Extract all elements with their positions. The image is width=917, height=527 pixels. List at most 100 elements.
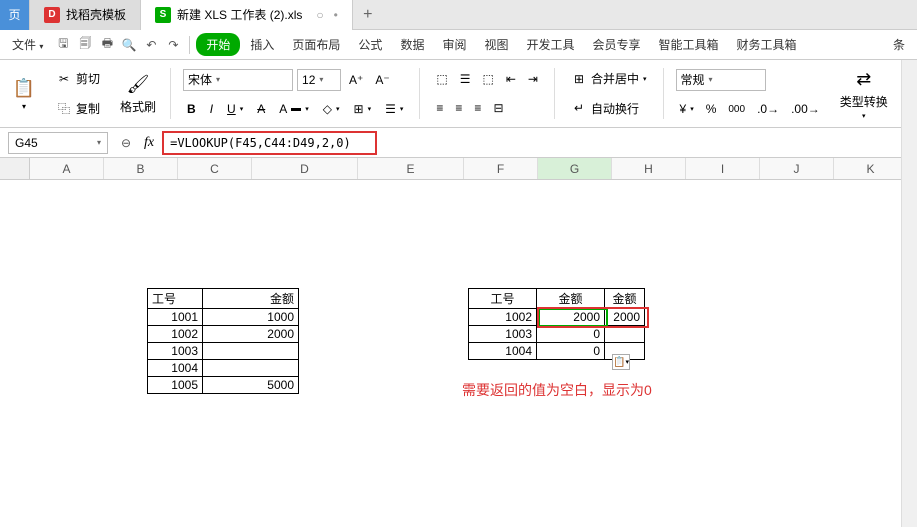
dec-decimal-button[interactable]: .00→ [787, 100, 824, 118]
align-left-button[interactable]: ≡ [432, 99, 447, 117]
align-right-button[interactable]: ≡ [470, 99, 485, 117]
copy-icon: ⿻ [56, 100, 72, 116]
col-header[interactable]: A [30, 158, 104, 179]
save-icon[interactable]: 🖫 [53, 35, 73, 55]
worksheet[interactable]: 工号金额 10011000 10022000 1003 1004 1005500… [0, 180, 917, 500]
menu-member[interactable]: 会员专享 [585, 32, 649, 57]
border-button[interactable]: ⊞▾ [350, 100, 376, 118]
underline-button[interactable]: U▾ [223, 100, 247, 118]
table-row: 1003 [148, 343, 299, 360]
col-header[interactable]: K [834, 158, 908, 179]
col-header[interactable]: J [760, 158, 834, 179]
col-header[interactable]: D [252, 158, 358, 179]
col-header[interactable]: C [178, 158, 252, 179]
bold-button[interactable]: B [183, 100, 200, 118]
align-top-button[interactable]: ⬚ [432, 70, 451, 88]
table-row: 10055000 [148, 377, 299, 394]
col-header[interactable]: B [104, 158, 178, 179]
indent-inc-button[interactable]: ⇥ [524, 70, 542, 88]
font-color-button[interactable]: A▾ [275, 100, 313, 118]
shrink-font-button[interactable]: A⁻ [371, 69, 393, 91]
convert-icon: ⇄ [852, 67, 876, 91]
separator [189, 36, 190, 54]
col-header[interactable]: H [612, 158, 686, 179]
wrap-icon: ↵ [571, 100, 587, 116]
format-painter-button[interactable]: 🖌 格式刷 [114, 64, 162, 123]
currency-button[interactable]: ¥▾ [676, 100, 698, 118]
annotation-text: 需要返回的值为空白，显示为0 [462, 380, 652, 400]
inc-decimal-button[interactable]: .0→ [753, 100, 783, 118]
tab-bar: 页 D 找稻壳模板 S 新建 XLS 工作表 (2).xls ○ • + [0, 0, 917, 30]
preview-icon[interactable]: 🔍 [119, 35, 139, 55]
align-center-button[interactable]: ≡ [451, 99, 466, 117]
dirty-indicator: ○ [316, 8, 323, 22]
percent-button[interactable]: % [702, 100, 721, 118]
grow-font-button[interactable]: A⁺ [345, 69, 367, 91]
align-middle-button[interactable]: ☰ [456, 70, 475, 88]
strike-button[interactable]: A [253, 100, 269, 118]
menu-more[interactable]: 条 [885, 32, 913, 57]
italic-button[interactable]: I [206, 100, 217, 118]
font-name-combo[interactable]: 宋体▾ [183, 69, 293, 91]
paste-options-button[interactable]: 📋▾ [612, 354, 630, 370]
table-row: 10022000 [148, 326, 299, 343]
print-icon[interactable]: 🖶 [97, 35, 117, 55]
menu-start[interactable]: 开始 [196, 33, 240, 56]
clipboard-icon: 📋 [12, 76, 36, 100]
cell-style-button[interactable]: ☰▾ [381, 100, 407, 118]
ribbon: 📋 ▾ ✂剪切 ⿻复制 🖌 格式刷 宋体▾ 12▾ A⁺ A⁻ B I U▾ A… [0, 60, 917, 128]
comma-button[interactable]: 000 [724, 100, 749, 118]
col-header[interactable]: E [358, 158, 464, 179]
tab-template[interactable]: D 找稻壳模板 [30, 0, 141, 30]
menu-review[interactable]: 审阅 [434, 32, 474, 57]
table-row: 1004 [148, 360, 299, 377]
name-box[interactable]: G45▾ [8, 132, 108, 154]
close-icon[interactable]: • [334, 8, 338, 22]
menu-smartbox[interactable]: 智能工具箱 [651, 32, 727, 57]
new-tab-button[interactable]: + [353, 6, 383, 24]
formula-bar: G45▾ ⊖ fx =VLOOKUP(F45,C44:D49,2,0) [0, 128, 917, 158]
table-row: 10030 [469, 326, 645, 343]
scissors-icon: ✂ [56, 71, 72, 87]
merge-center-button[interactable]: ⊞合并居中▾ [567, 68, 651, 89]
menu-view[interactable]: 视图 [476, 32, 516, 57]
distribute-button[interactable]: ⊟ [489, 99, 507, 117]
file-menu[interactable]: 文件 ▾ [4, 32, 51, 57]
col-header[interactable]: G [538, 158, 612, 179]
tab-label: 找稻壳模板 [66, 6, 126, 23]
tab-home[interactable]: 页 [0, 0, 30, 30]
tab-workbook[interactable]: S 新建 XLS 工作表 (2).xls ○ • [141, 0, 353, 30]
source-table: 工号金额 10011000 10022000 1003 1004 1005500… [147, 288, 299, 394]
menu-insert[interactable]: 插入 [242, 32, 282, 57]
font-size-combo[interactable]: 12▾ [297, 69, 341, 91]
select-all-corner[interactable] [0, 158, 30, 179]
vertical-scrollbar[interactable] [901, 60, 917, 527]
wrap-text-button[interactable]: ↵自动换行 [567, 98, 651, 119]
menu-formula[interactable]: 公式 [350, 32, 390, 57]
formula-input[interactable]: =VLOOKUP(F45,C44:D49,2,0) [162, 131, 377, 155]
number-format-combo[interactable]: 常规▾ [676, 69, 766, 91]
align-bottom-button[interactable]: ⬚ [479, 70, 498, 88]
zoom-out-icon[interactable]: ⊖ [116, 133, 136, 153]
undo-icon[interactable]: ↶ [141, 35, 161, 55]
type-convert-button[interactable]: ⇄ 类型转换▾ [834, 64, 894, 123]
brush-icon: 🖌 [126, 72, 150, 96]
menu-dev[interactable]: 开发工具 [518, 32, 582, 57]
copy-button[interactable]: ⿻复制 [52, 98, 104, 119]
save-as-icon[interactable]: 🗐 [75, 35, 95, 55]
col-header[interactable]: I [686, 158, 760, 179]
table-row: 10011000 [148, 309, 299, 326]
menu-finbox[interactable]: 财务工具箱 [729, 32, 805, 57]
fx-icon[interactable]: fx [144, 135, 154, 151]
indent-dec-button[interactable]: ⇤ [502, 70, 520, 88]
menu-data[interactable]: 数据 [392, 32, 432, 57]
cut-button[interactable]: ✂剪切 [52, 68, 104, 89]
col-header[interactable]: F [464, 158, 538, 179]
menu-layout[interactable]: 页面布局 [284, 32, 348, 57]
column-headers: A B C D E F G H I J K [0, 158, 917, 180]
tab-label: 新建 XLS 工作表 (2).xls [177, 6, 302, 23]
redo-icon[interactable]: ↷ [163, 35, 183, 55]
spreadsheet-icon: S [155, 7, 171, 23]
fill-color-button[interactable]: ◇▾ [319, 100, 344, 118]
paste-button[interactable]: 📋 ▾ [6, 64, 42, 123]
